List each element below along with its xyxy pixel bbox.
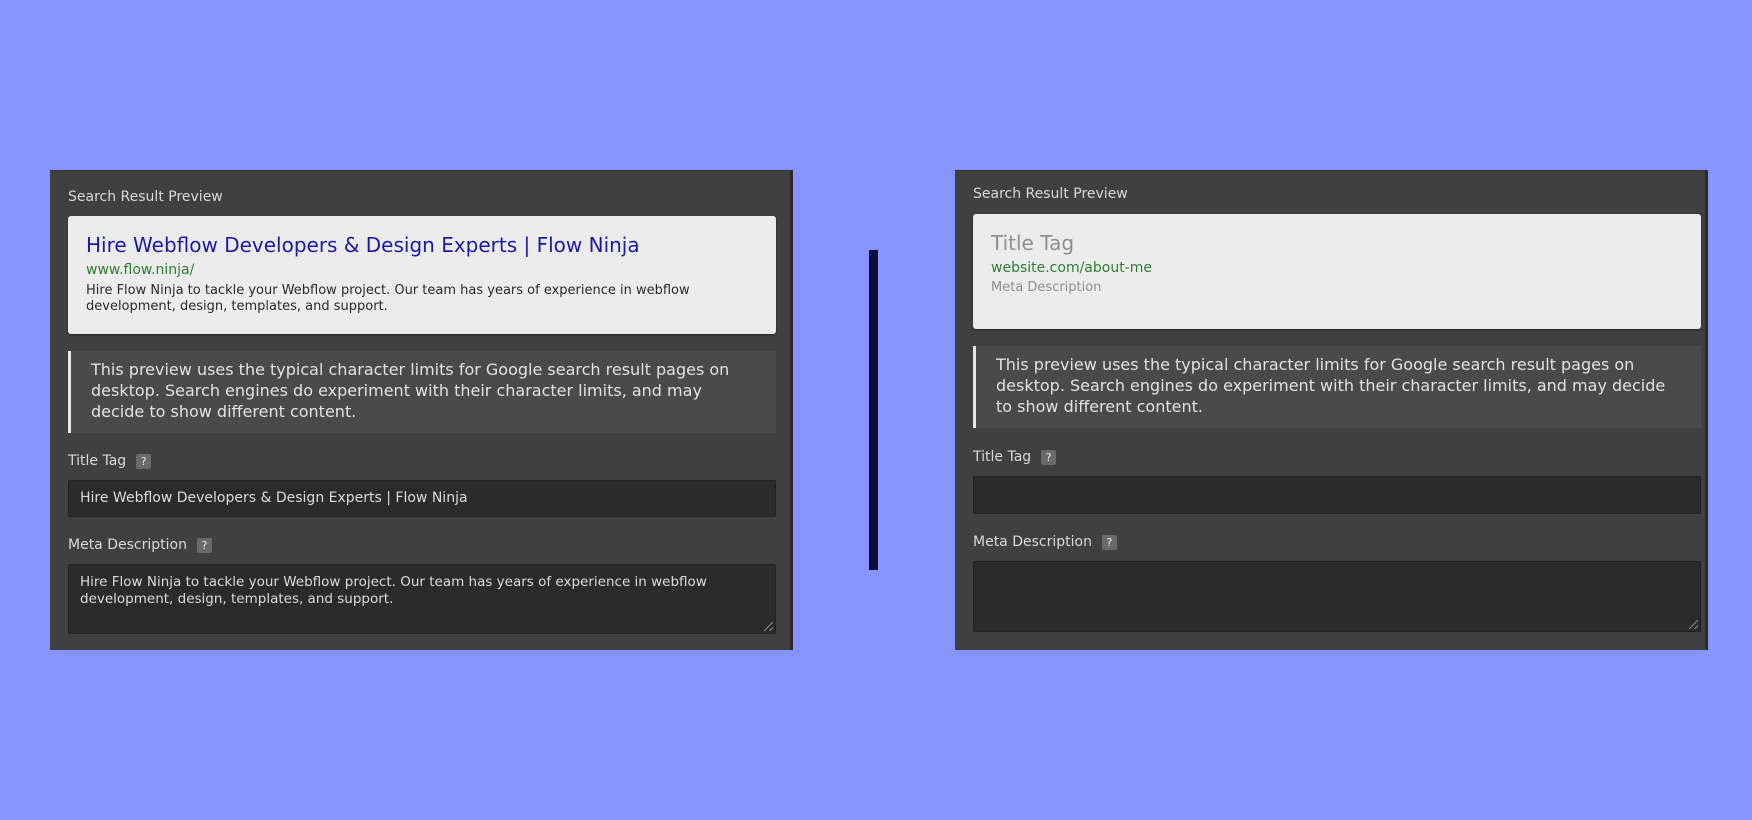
title-tag-label: Title Tag ? bbox=[973, 448, 1057, 466]
meta-description-label: Meta Description ? bbox=[973, 533, 1117, 551]
search-result-preview-card: Hire Webflow Developers & Design Experts… bbox=[68, 216, 776, 334]
meta-description-value: Hire Flow Ninja to tackle your Webflow p… bbox=[80, 574, 707, 607]
title-tag-label-text: Title Tag bbox=[68, 453, 127, 469]
seo-settings-panel-filled: Search Result Preview Hire Webflow Devel… bbox=[50, 170, 793, 650]
serp-url: www.flow.ninja/ bbox=[86, 262, 195, 278]
meta-description-textarea[interactable] bbox=[973, 561, 1701, 632]
seo-settings-panel-empty: Search Result Preview Title Tag website.… bbox=[955, 170, 1708, 650]
character-limit-note: This preview uses the typical character … bbox=[973, 346, 1701, 428]
serp-url: website.com/about-me bbox=[991, 260, 1152, 276]
comparison-divider bbox=[869, 250, 878, 570]
help-icon[interactable]: ? bbox=[1041, 449, 1057, 465]
resize-handle-icon[interactable] bbox=[1689, 620, 1698, 629]
title-tag-label-text: Title Tag bbox=[973, 449, 1032, 465]
serp-description: Hire Flow Ninja to tackle your Webflow p… bbox=[86, 283, 690, 314]
help-icon[interactable]: ? bbox=[1101, 534, 1117, 550]
meta-description-label-text: Meta Description bbox=[68, 537, 187, 553]
title-tag-input[interactable] bbox=[973, 476, 1701, 514]
help-icon[interactable]: ? bbox=[196, 537, 212, 553]
serp-title[interactable]: Hire Webflow Developers & Design Experts… bbox=[86, 232, 758, 258]
help-icon[interactable]: ? bbox=[136, 453, 152, 469]
resize-handle-icon[interactable] bbox=[764, 622, 773, 631]
title-tag-input[interactable]: Hire Webflow Developers & Design Experts… bbox=[68, 480, 776, 517]
comparison-canvas: Search Result Preview Hire Webflow Devel… bbox=[0, 0, 1752, 820]
serp-title[interactable]: Title Tag bbox=[991, 230, 1683, 256]
search-result-preview-label: Search Result Preview bbox=[68, 189, 223, 205]
meta-description-label-text: Meta Description bbox=[973, 534, 1092, 550]
character-limit-note: This preview uses the typical character … bbox=[68, 351, 776, 433]
search-result-preview-label: Search Result Preview bbox=[973, 186, 1128, 202]
meta-description-label: Meta Description ? bbox=[68, 536, 212, 554]
serp-description: Meta Description bbox=[991, 280, 1102, 295]
search-result-preview-card: Title Tag website.com/about-me Meta Desc… bbox=[973, 214, 1701, 329]
title-tag-label: Title Tag ? bbox=[68, 452, 152, 470]
meta-description-textarea[interactable]: Hire Flow Ninja to tackle your Webflow p… bbox=[68, 564, 776, 634]
